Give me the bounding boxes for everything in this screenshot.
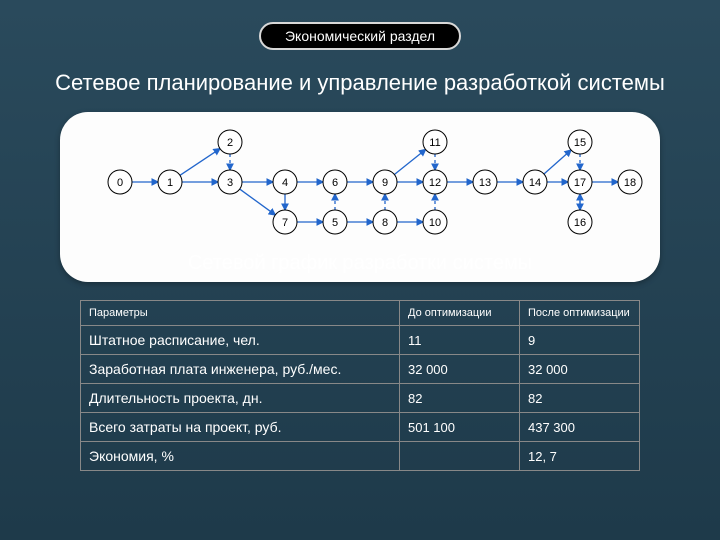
svg-text:15: 15 (574, 137, 586, 149)
table-cell: Длительность проекта, дн. (81, 384, 400, 413)
optimization-table: Параметры До оптимизации После оптимизац… (80, 300, 640, 471)
svg-text:13: 13 (479, 177, 491, 189)
svg-text:3: 3 (227, 177, 233, 189)
svg-text:2: 2 (227, 137, 233, 149)
svg-text:12: 12 (429, 177, 441, 189)
svg-text:10: 10 (429, 217, 441, 229)
svg-text:1: 1 (167, 177, 173, 189)
table-row: Штатное расписание, чел.119 (81, 326, 640, 355)
table-row: Заработная плата инженера, руб./мес.32 0… (81, 355, 640, 384)
table-header: До оптимизации (400, 301, 520, 326)
table-cell: 32 000 (520, 355, 640, 384)
network-chart: 0123456789101112131415161718 (60, 112, 660, 252)
svg-text:5: 5 (332, 217, 338, 229)
svg-text:9: 9 (382, 177, 388, 189)
page-title: Сетевое планирование и управление разраб… (0, 70, 720, 96)
section-badge: Экономический раздел (259, 22, 461, 50)
table-cell: 82 (400, 384, 520, 413)
table-cell: Экономия, % (81, 442, 400, 471)
table-cell: 9 (520, 326, 640, 355)
svg-text:14: 14 (529, 177, 541, 189)
table-row: Экономия, % 12, 7 (81, 442, 640, 471)
svg-text:7: 7 (282, 217, 288, 229)
chart-caption: Сетевой график разработки системы (0, 252, 720, 275)
table-row: Длительность проекта, дн.8282 (81, 384, 640, 413)
table-cell: 32 000 (400, 355, 520, 384)
table-row: Всего затраты на проект, руб.501 100437 … (81, 413, 640, 442)
svg-text:4: 4 (282, 177, 288, 189)
svg-text:6: 6 (332, 177, 338, 189)
table-header: После оптимизации (520, 301, 640, 326)
table-header-row: Параметры До оптимизации После оптимизац… (81, 301, 640, 326)
table-cell: 11 (400, 326, 520, 355)
table-cell: Заработная плата инженера, руб./мес. (81, 355, 400, 384)
table-cell: 12, 7 (520, 442, 640, 471)
svg-text:11: 11 (429, 137, 440, 149)
table-cell: Штатное расписание, чел. (81, 326, 400, 355)
svg-text:8: 8 (382, 217, 388, 229)
table-cell: 437 300 (520, 413, 640, 442)
table-header: Параметры (81, 301, 400, 326)
table-cell: 82 (520, 384, 640, 413)
table-cell: Всего затраты на проект, руб. (81, 413, 400, 442)
svg-text:0: 0 (117, 177, 123, 189)
table-cell (400, 442, 520, 471)
table-cell: 501 100 (400, 413, 520, 442)
svg-text:16: 16 (574, 217, 586, 229)
svg-text:17: 17 (574, 177, 586, 189)
svg-text:18: 18 (624, 177, 636, 189)
